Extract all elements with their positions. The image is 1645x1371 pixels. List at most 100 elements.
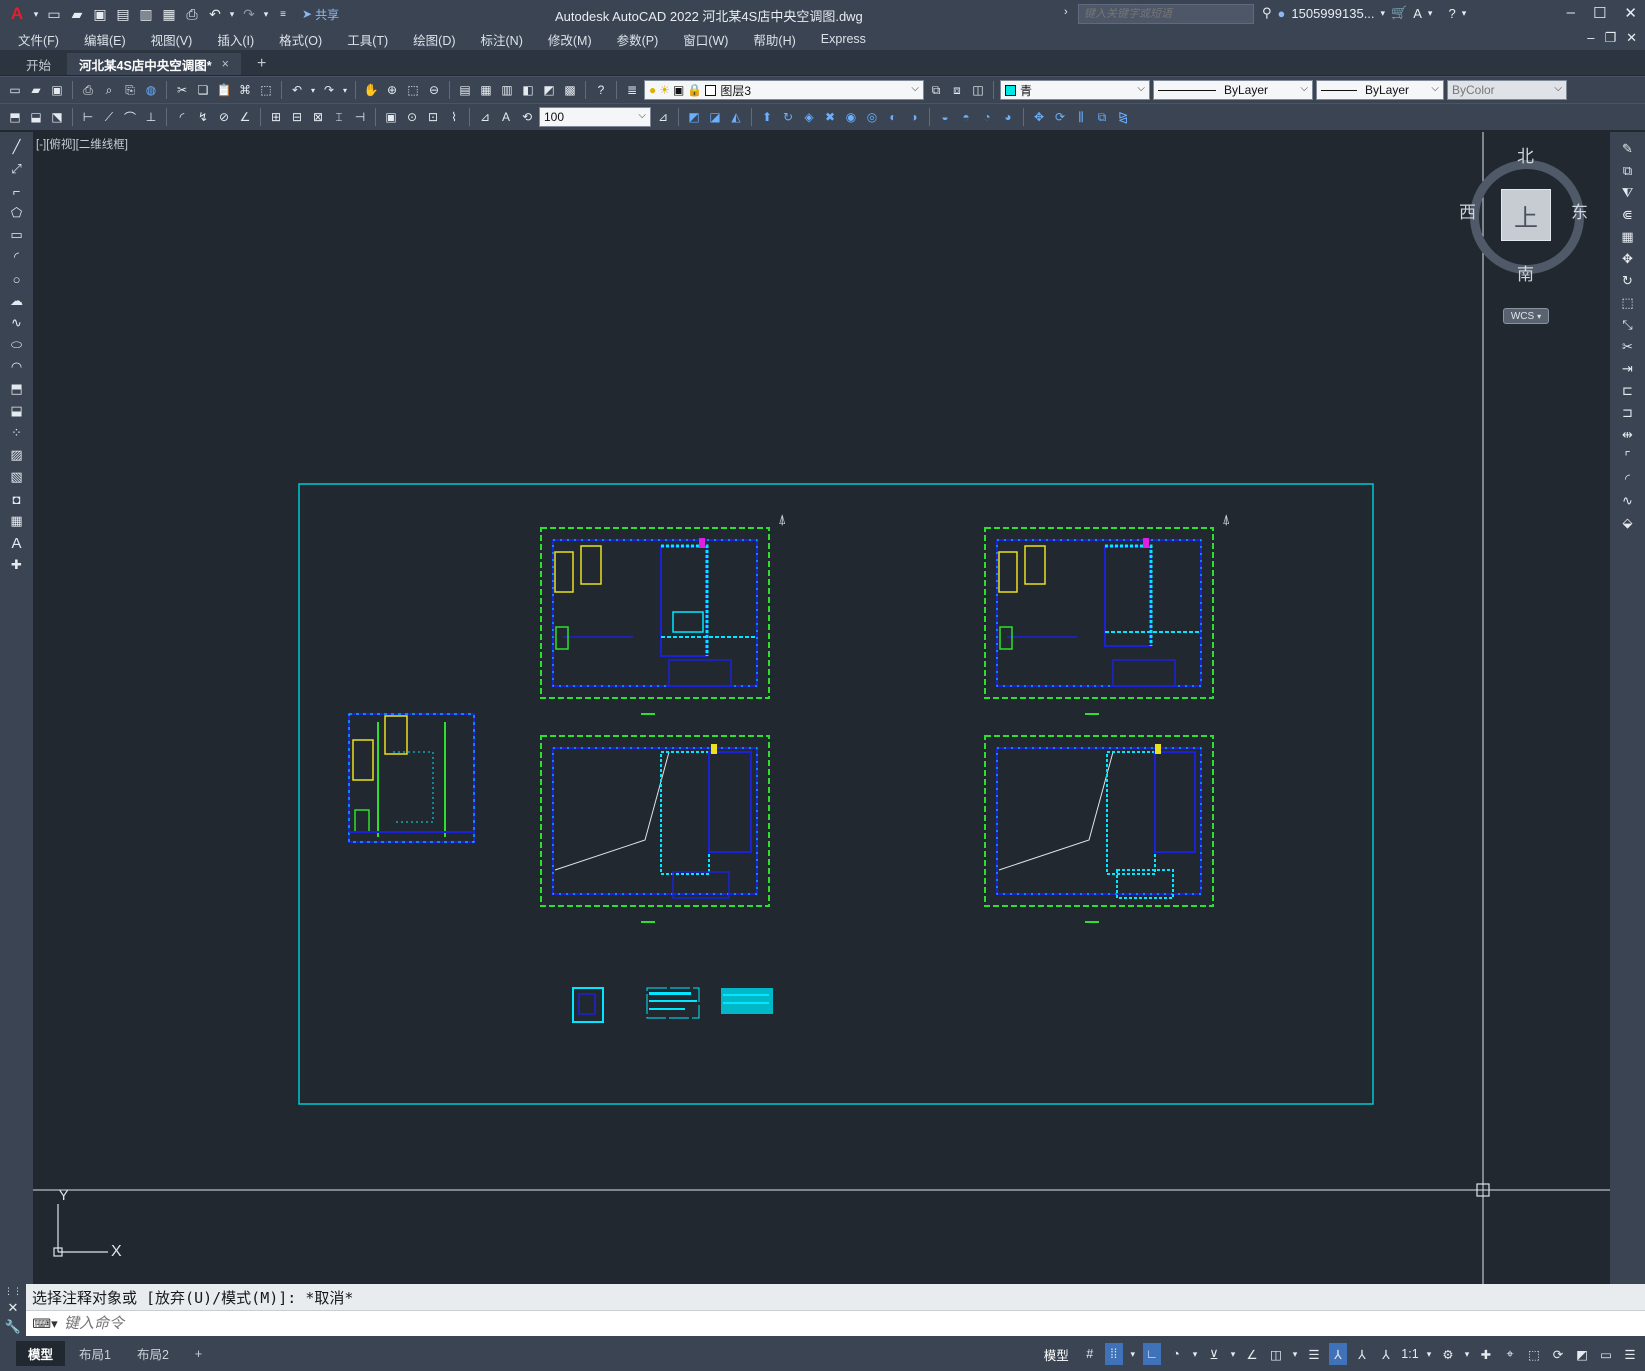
iso-dropdown-icon[interactable]: ▾ <box>1229 1343 1237 1365</box>
grip-handle-icon[interactable]: ⋮⋮ <box>4 1286 22 1297</box>
lock-ui-icon[interactable]: ⟳ <box>1549 1343 1567 1365</box>
add-selected-icon[interactable]: ✚ <box>8 556 26 574</box>
model-space-button[interactable]: 模型 <box>1044 1345 1069 1364</box>
tool-palettes-icon[interactable]: ▥ <box>498 81 516 99</box>
save-icon[interactable]: ▣ <box>48 81 66 99</box>
menu-parametric[interactable]: 参数(P) <box>617 30 659 49</box>
polygon-icon[interactable]: ⬠ <box>8 204 26 222</box>
lineweight-icon[interactable]: ☰ <box>1305 1343 1323 1365</box>
move-icon[interactable]: ✥ <box>1619 250 1637 268</box>
arc-icon[interactable]: ◜ <box>8 248 26 266</box>
layer-previous-icon[interactable]: ⧈ <box>948 81 966 99</box>
dimension-space-icon[interactable]: ⌶ <box>330 108 348 126</box>
ellipse-icon[interactable]: ⬭ <box>8 336 26 354</box>
array-icon[interactable]: ▦ <box>1619 228 1637 246</box>
inspect-icon[interactable]: ⊡ <box>424 108 442 126</box>
compass-north[interactable]: 北 <box>1517 142 1534 167</box>
3d-align-icon[interactable]: ⫼ <box>1072 108 1090 126</box>
linear-dimension-icon[interactable]: ⊢ <box>79 108 97 126</box>
subtract-icon[interactable]: ◎ <box>863 108 881 126</box>
undo-icon[interactable]: ↶ <box>288 81 306 99</box>
wedge-icon[interactable]: ◪ <box>706 108 724 126</box>
match-properties-icon[interactable]: ⌘ <box>236 81 254 99</box>
block-editor-icon[interactable]: ⬚ <box>257 81 275 99</box>
3d-mirror-icon[interactable]: ⧎ <box>1114 108 1132 126</box>
redo-icon[interactable]: ↷ <box>239 4 259 24</box>
radius-dimension-icon[interactable]: ◜ <box>173 108 191 126</box>
mirror-icon[interactable]: ⧨ <box>1619 184 1637 202</box>
revolve-icon[interactable]: ↻ <box>779 108 797 126</box>
continue-dimension-icon[interactable]: ⊠ <box>309 108 327 126</box>
grid-icon[interactable]: # <box>1081 1343 1099 1365</box>
layout-tab-model[interactable]: 模型 <box>16 1341 66 1366</box>
slice-icon[interactable]: ◑ <box>905 108 923 126</box>
compass-east[interactable]: 东 <box>1571 198 1588 223</box>
close-command-line-icon[interactable]: ✕ <box>8 1300 19 1316</box>
publish-icon[interactable]: ⎘ <box>121 81 139 99</box>
3d-array-icon[interactable]: ⧉ <box>1093 108 1111 126</box>
insert-block-icon[interactable]: ⬒ <box>8 380 26 398</box>
wrench-icon[interactable]: 🔧 <box>5 1319 21 1335</box>
undo-dropdown-icon[interactable]: ▾ <box>309 81 317 99</box>
3d-rotate-icon[interactable]: ⟳ <box>1051 108 1069 126</box>
workspace-gear-icon[interactable]: ⚙ <box>1439 1343 1457 1365</box>
annotation-visibility-icon[interactable]: ⅄ <box>1329 1343 1347 1365</box>
layer-lock-icon[interactable]: 🔒 <box>687 83 702 97</box>
copy-object-icon[interactable]: ⧉ <box>1619 162 1637 180</box>
intersect-icon[interactable]: ◐ <box>884 108 902 126</box>
new-tab-button[interactable]: + <box>245 53 278 75</box>
workspace-dropdown-icon[interactable]: ▾ <box>1463 1343 1471 1365</box>
construction-line-icon[interactable]: ⤢ <box>8 160 26 178</box>
hatch-icon[interactable]: ▨ <box>8 446 26 464</box>
dimension-edit-icon[interactable]: ⊿ <box>476 108 494 126</box>
layer-on-icon[interactable]: ● <box>649 83 656 97</box>
make-current-icon[interactable]: ⧉ <box>927 81 945 99</box>
gradient-icon[interactable]: ▧ <box>8 468 26 486</box>
blend-curves-icon[interactable]: ∿ <box>1619 492 1637 510</box>
customize-qat-icon[interactable]: ≡ <box>273 4 293 24</box>
user-name[interactable]: 1505999135... <box>1291 6 1374 21</box>
annotation-scale-icon[interactable]: ⅄ <box>1377 1343 1395 1365</box>
polar-dropdown-icon[interactable]: ▾ <box>1191 1343 1199 1365</box>
dimension-text-edit-icon[interactable]: A <box>497 108 515 126</box>
point-icon[interactable]: ⁘ <box>8 424 26 442</box>
markup-icon[interactable]: ◩ <box>540 81 558 99</box>
layout-tab-2[interactable]: 布局2 <box>125 1341 181 1366</box>
menu-tools[interactable]: 工具(T) <box>347 30 388 49</box>
isolate-objects-icon[interactable]: ◩ <box>1573 1343 1591 1365</box>
aligned-dimension-icon[interactable]: ⟋ <box>100 108 118 126</box>
open-folder-icon[interactable]: ▰ <box>67 4 87 24</box>
maximize-icon[interactable]: ☐ <box>1593 4 1606 22</box>
open-icon[interactable]: ▰ <box>27 81 45 99</box>
menu-format[interactable]: 格式(O) <box>279 30 322 49</box>
region-icon[interactable]: ◘ <box>8 490 26 508</box>
quickcalc-icon[interactable]: ▩ <box>561 81 579 99</box>
tab-close-icon[interactable]: × <box>222 57 229 71</box>
insert-block-icon[interactable]: ⬒ <box>6 108 24 126</box>
new-icon[interactable]: ▭ <box>6 81 24 99</box>
extrude-icon[interactable]: ⬆ <box>758 108 776 126</box>
undo-icon[interactable]: ↶ <box>205 4 225 24</box>
pan-icon[interactable]: ✋ <box>362 81 380 99</box>
layer-tools-icon[interactable]: ⬔ <box>48 108 66 126</box>
attribute-icon[interactable]: ⬓ <box>27 108 45 126</box>
shell-icon[interactable]: ◒ <box>936 108 954 126</box>
rotate-icon[interactable]: ↻ <box>1619 272 1637 290</box>
chamfer-icon[interactable]: ⌜ <box>1619 448 1637 466</box>
menu-help[interactable]: 帮助(H) <box>753 30 795 49</box>
units-icon[interactable]: ⌖ <box>1501 1343 1519 1365</box>
help-icon[interactable]: ? <box>592 81 610 99</box>
redo-icon[interactable]: ↷ <box>320 81 338 99</box>
box-icon[interactable]: ◩ <box>685 108 703 126</box>
object-snap-tracking-icon[interactable]: ∠ <box>1243 1343 1261 1365</box>
menu-dimension[interactable]: 标注(N) <box>481 30 523 49</box>
cone-icon[interactable]: ◭ <box>727 108 745 126</box>
menu-draw[interactable]: 绘图(D) <box>413 30 455 49</box>
dimension-scale-dropdown[interactable]: 100 ⌵ <box>539 107 651 127</box>
revision-cloud-icon[interactable]: ☁ <box>8 292 26 310</box>
line-icon[interactable]: ╱ <box>8 138 26 156</box>
scale-dropdown-icon[interactable]: ▾ <box>1425 1343 1433 1365</box>
dropdown-arrow-icon[interactable]: ▾ <box>31 4 41 24</box>
zoom-window-icon[interactable]: ⬚ <box>404 81 422 99</box>
chamfer-edge-icon[interactable]: ◔ <box>978 108 996 126</box>
